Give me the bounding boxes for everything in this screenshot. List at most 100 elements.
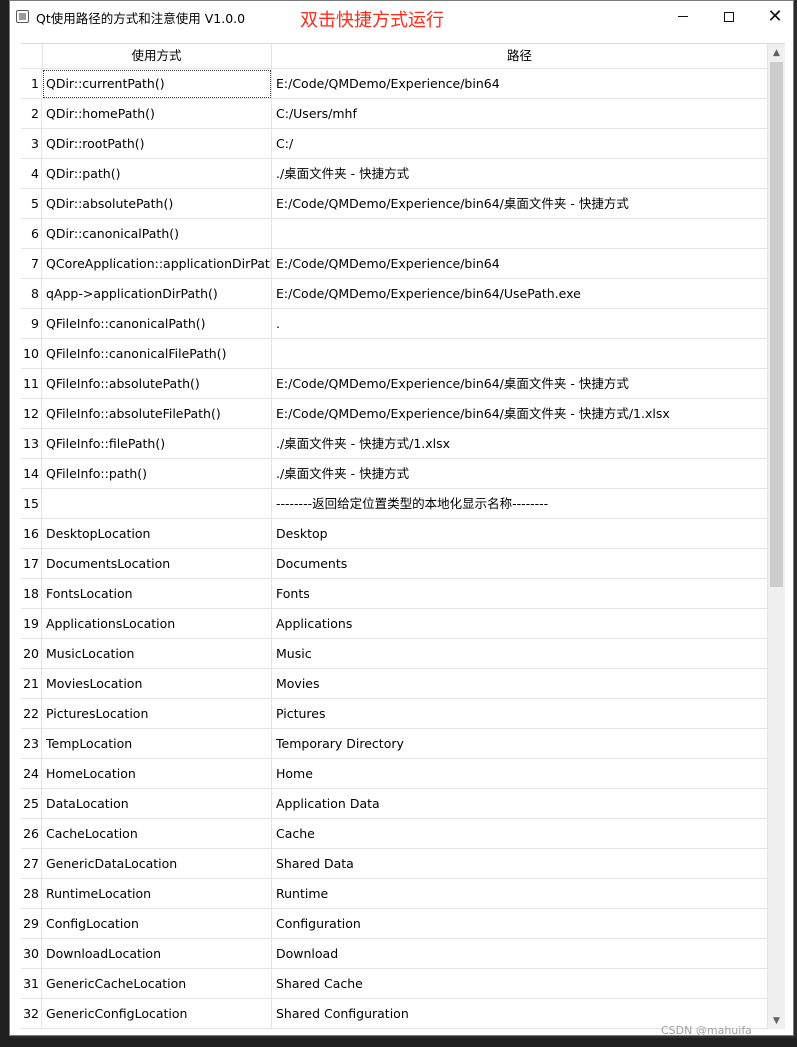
row-number[interactable]: 10 (21, 339, 42, 369)
table-row[interactable]: 2 QDir::homePath() C:/Users/mhf (21, 99, 768, 129)
row-number[interactable]: 11 (21, 369, 42, 399)
cell-method[interactable]: GenericDataLocation (42, 849, 272, 879)
row-number[interactable]: 32 (21, 999, 42, 1029)
row-number[interactable]: 1 (21, 69, 42, 99)
table-row[interactable]: 28 RuntimeLocation Runtime (21, 879, 768, 909)
table-row[interactable]: 29 ConfigLocation Configuration (21, 909, 768, 939)
maximize-button[interactable] (706, 1, 752, 32)
cell-method[interactable]: ApplicationsLocation (42, 609, 272, 639)
minimize-button[interactable] (660, 1, 706, 32)
row-number[interactable]: 13 (21, 429, 42, 459)
row-number[interactable]: 20 (21, 639, 42, 669)
cell-method[interactable]: RuntimeLocation (42, 879, 272, 909)
cell-method[interactable]: QDir::canonicalPath() (42, 219, 272, 249)
row-number[interactable]: 15 (21, 489, 42, 519)
cell-method[interactable]: CacheLocation (42, 819, 272, 849)
row-number[interactable]: 16 (21, 519, 42, 549)
cell-path[interactable]: . (272, 309, 768, 339)
table-row[interactable]: 14 QFileInfo::path() ./桌面文件夹 - 快捷方式 (21, 459, 768, 489)
table-row[interactable]: 30 DownloadLocation Download (21, 939, 768, 969)
cell-path[interactable]: Movies (272, 669, 768, 699)
cell-method[interactable]: QFileInfo::absolutePath() (42, 369, 272, 399)
table-row[interactable]: 5 QDir::absolutePath() E:/Code/QMDemo/Expe… (21, 189, 768, 219)
row-number[interactable]: 31 (21, 969, 42, 999)
cell-path[interactable]: C:/Users/mhf (272, 99, 768, 129)
cell-method[interactable]: QFileInfo::absoluteFilePath() (42, 399, 272, 429)
cell-method[interactable]: HomeLocation (42, 759, 272, 789)
cell-path[interactable]: Configuration (272, 909, 768, 939)
table-row[interactable]: 10 QFileInfo::canonicalFilePath() (21, 339, 768, 369)
cell-method[interactable]: QDir::path() (42, 159, 272, 189)
cell-method[interactable]: QDir::absolutePath() (42, 189, 272, 219)
close-button[interactable]: ✕ (752, 1, 797, 32)
cell-method[interactable]: QCoreApplication::applicationDirPath() (42, 249, 272, 279)
table-row[interactable]: 17 DocumentsLocation Documents (21, 549, 768, 579)
cell-path[interactable]: ./桌面文件夹 - 快捷方式/1.xlsx (272, 429, 768, 459)
table-row[interactable]: 3 QDir::rootPath() C:/ (21, 129, 768, 159)
cell-path[interactable]: E:/Code/QMDemo/Experience/bin64/UsePath.… (272, 279, 768, 309)
row-number[interactable]: 23 (21, 729, 42, 759)
scroll-up-arrow-icon[interactable]: ▲ (768, 44, 785, 61)
row-number[interactable]: 29 (21, 909, 42, 939)
column-header-path[interactable]: 路径 (272, 44, 768, 68)
table-row[interactable]: 1 QDir::currentPath() E:/Code/QMDemo/Exper… (21, 69, 768, 99)
cell-path[interactable]: C:/ (272, 129, 768, 159)
row-number[interactable]: 24 (21, 759, 42, 789)
cell-path[interactable]: Cache (272, 819, 768, 849)
path-table[interactable]: 使用方式 路径 1 QDir::currentPath() E:/Code/QMDe… (21, 43, 785, 1029)
table-row[interactable]: 27 GenericDataLocation Shared Data (21, 849, 768, 879)
table-row[interactable]: 19 ApplicationsLocation Applications (21, 609, 768, 639)
table-row[interactable]: 25 DataLocation Application Data (21, 789, 768, 819)
table-row[interactable]: 26 CacheLocation Cache (21, 819, 768, 849)
column-header-method[interactable]: 使用方式 (42, 44, 272, 68)
table-row[interactable]: 16 DesktopLocation Desktop (21, 519, 768, 549)
cell-path[interactable] (272, 219, 768, 249)
cell-method[interactable] (42, 489, 272, 519)
row-number[interactable]: 2 (21, 99, 42, 129)
cell-method[interactable]: PicturesLocation (42, 699, 272, 729)
row-number[interactable]: 30 (21, 939, 42, 969)
row-number[interactable]: 9 (21, 309, 42, 339)
row-number[interactable]: 19 (21, 609, 42, 639)
row-number[interactable]: 7 (21, 249, 42, 279)
cell-method[interactable]: GenericCacheLocation (42, 969, 272, 999)
row-number[interactable]: 27 (21, 849, 42, 879)
table-row[interactable]: 12 QFileInfo::absoluteFilePath() E:/Code/Q… (21, 399, 768, 429)
cell-path[interactable]: Shared Cache (272, 969, 768, 999)
table-row[interactable]: 4 QDir::path() ./桌面文件夹 - 快捷方式 (21, 159, 768, 189)
cell-method[interactable]: QFileInfo::canonicalFilePath() (42, 339, 272, 369)
cell-method[interactable]: GenericConfigLocation (42, 999, 272, 1029)
cell-path[interactable]: Fonts (272, 579, 768, 609)
table-row[interactable]: 15 --------返回给定位置类型的本地化显示名称-------- (21, 489, 768, 519)
table-row[interactable]: 7 QCoreApplication::applicationDirPath() E… (21, 249, 768, 279)
table-row[interactable]: 32 GenericConfigLocation Shared Configurat… (21, 999, 768, 1029)
table-row[interactable]: 21 MoviesLocation Movies (21, 669, 768, 699)
cell-path[interactable]: ./桌面文件夹 - 快捷方式 (272, 459, 768, 489)
cell-path[interactable]: ./桌面文件夹 - 快捷方式 (272, 159, 768, 189)
cell-path[interactable]: E:/Code/QMDemo/Experience/bin64/桌面文件夹 - … (272, 399, 768, 429)
cell-method[interactable]: qApp->applicationDirPath() (42, 279, 272, 309)
table-row[interactable]: 18 FontsLocation Fonts (21, 579, 768, 609)
cell-path[interactable]: Desktop (272, 519, 768, 549)
cell-path[interactable]: Shared Data (272, 849, 768, 879)
cell-method[interactable]: QDir::rootPath() (42, 129, 272, 159)
row-number[interactable]: 5 (21, 189, 42, 219)
cell-method[interactable]: TempLocation (42, 729, 272, 759)
table-row[interactable]: 6 QDir::canonicalPath() (21, 219, 768, 249)
cell-path[interactable]: Runtime (272, 879, 768, 909)
table-row[interactable]: 8 qApp->applicationDirPath() E:/Code/QMDem… (21, 279, 768, 309)
cell-method[interactable]: ConfigLocation (42, 909, 272, 939)
cell-path[interactable]: Download (272, 939, 768, 969)
cell-method[interactable]: QFileInfo::canonicalPath() (42, 309, 272, 339)
cell-method[interactable]: DocumentsLocation (42, 549, 272, 579)
cell-method[interactable]: QFileInfo::filePath() (42, 429, 272, 459)
row-number[interactable]: 21 (21, 669, 42, 699)
vertical-scrollbar[interactable]: ▲ ▼ (768, 44, 785, 1029)
cell-path[interactable]: Applications (272, 609, 768, 639)
table-row[interactable]: 20 MusicLocation Music (21, 639, 768, 669)
row-number[interactable]: 8 (21, 279, 42, 309)
cell-method[interactable]: QDir::homePath() (42, 99, 272, 129)
row-number[interactable]: 17 (21, 549, 42, 579)
cell-path[interactable] (272, 339, 768, 369)
cell-method[interactable]: QDir::currentPath() (42, 69, 272, 99)
